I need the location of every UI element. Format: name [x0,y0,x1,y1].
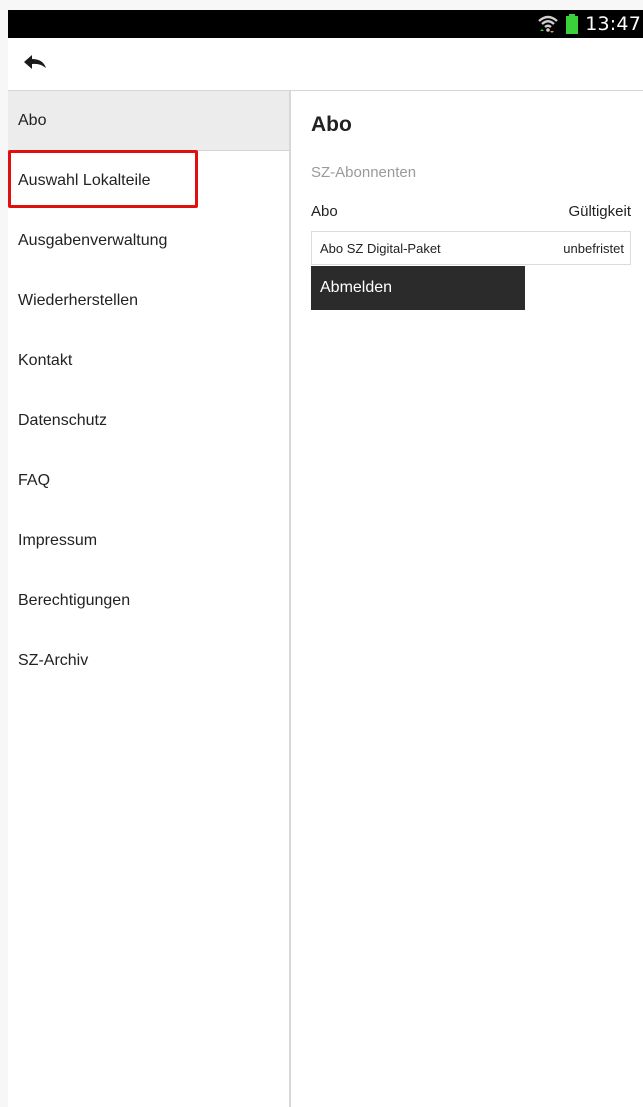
device-frame: 13:47 Abo Auswahl Lokalteile Ausgabenver… [0,0,643,1107]
action-bar [8,38,643,91]
signout-button[interactable]: Abmelden [311,266,525,310]
sidebar-item-label: SZ-Archiv [18,652,89,669]
sidebar-item-abo[interactable]: Abo [8,91,289,151]
table-cell-gueltigkeit: unbefristet [563,240,624,256]
sidebar-item-kontakt[interactable]: Kontakt [8,331,289,391]
sidebar-item-datenschutz[interactable]: Datenschutz [8,391,289,451]
sidebar-item-label: Wiederherstellen [18,292,139,309]
sidebar-item-ausgabenverwaltung[interactable]: Ausgabenverwaltung [8,211,289,271]
sidebar-item-label: Berechtigungen [18,592,131,609]
table-header: Abo Gültigkeit [311,203,631,220]
battery-icon [565,13,579,35]
page-subtitle: SZ-Abonnenten [311,164,417,181]
sidebar-item-faq[interactable]: FAQ [8,451,289,511]
sidebar-item-berechtigungen[interactable]: Berechtigungen [8,571,289,631]
back-arrow-icon [22,53,48,76]
screen: 13:47 Abo Auswahl Lokalteile Ausgabenver… [8,10,643,1107]
sidebar-item-label: Datenschutz [18,412,107,429]
sidebar-item-label: Kontakt [18,352,73,369]
sidebar-item-label: FAQ [18,472,51,489]
sidebar-item-wiederherstellen[interactable]: Wiederherstellen [8,271,289,331]
status-time: 13:47 [585,13,641,35]
sidebar-item-label: Impressum [18,532,98,549]
column-header-abo: Abo [311,203,338,220]
status-bar: 13:47 [8,10,643,38]
sidebar-item-label: Abo [18,111,47,129]
sidebar: Abo Auswahl Lokalteile Ausgabenverwaltun… [8,91,291,1107]
back-button[interactable] [22,50,62,78]
page-title: Abo [311,113,352,136]
sidebar-item-impressum[interactable]: Impressum [8,511,289,571]
sidebar-item-label: Auswahl Lokalteile [18,172,151,189]
sidebar-item-label: Ausgabenverwaltung [18,232,168,249]
wifi-icon [537,14,559,34]
sidebar-item-auswahl-lokalteile[interactable]: Auswahl Lokalteile [8,151,289,211]
column-header-gueltigkeit: Gültigkeit [568,203,631,220]
status-icons: 13:47 [537,10,641,38]
sidebar-item-sz-archiv[interactable]: SZ-Archiv [8,631,289,691]
table-cell-abo: Abo SZ Digital-Paket [320,240,441,256]
table-row: Abo SZ Digital-Paket unbefristet [311,231,631,265]
